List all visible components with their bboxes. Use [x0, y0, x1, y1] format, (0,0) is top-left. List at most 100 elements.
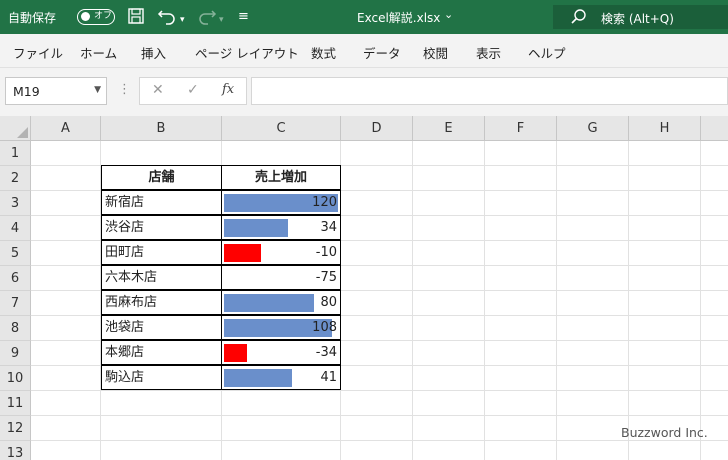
store-cell[interactable]: 新宿店 [101, 190, 222, 215]
sales-increase-cell[interactable]: -75 [221, 265, 341, 290]
grid-vline [484, 141, 485, 460]
row-header-12[interactable]: 12 [0, 416, 31, 441]
tab-home[interactable]: ホーム [80, 43, 117, 62]
redo-icon [197, 7, 217, 30]
column-header-c[interactable]: C [222, 116, 341, 141]
column-header-d[interactable]: D [341, 116, 413, 141]
sales-value: -75 [315, 270, 337, 285]
worksheet-grid[interactable]: A B C D E F G H 1 2 3 4 5 6 7 8 9 10 11 12 13 店舗 売上増加 新宿店 120 渋谷店… [0, 116, 728, 460]
watermark: Buzzword Inc. [621, 425, 708, 440]
tab-view[interactable]: 表示 [476, 43, 501, 62]
row-header-6[interactable]: 6 [0, 266, 31, 291]
search-icon [571, 8, 587, 26]
grid-vline [700, 141, 701, 460]
data-bar [224, 244, 261, 262]
grid-vline [412, 141, 413, 460]
grid-vline [628, 141, 629, 460]
enter-icon[interactable]: ✓ [187, 82, 199, 98]
row-header-4[interactable]: 4 [0, 216, 31, 241]
column-header-f[interactable]: F [485, 116, 557, 141]
row-header-8[interactable]: 8 [0, 316, 31, 341]
store-cell[interactable]: 池袋店 [101, 315, 222, 340]
tab-review[interactable]: 校閲 [423, 43, 448, 62]
data-bar [224, 294, 314, 312]
sales-value: -34 [315, 345, 337, 360]
column-header-g[interactable]: G [557, 116, 629, 141]
store-cell[interactable]: 田町店 [101, 240, 222, 265]
title-bar: 自動保存 オフ ▾ ▾ ≡ Excel解説.xlsx ⌄ 検索 (Alt+Q) [0, 0, 728, 34]
sales-increase-cell[interactable]: 41 [221, 365, 341, 390]
data-bar [224, 369, 292, 387]
formula-buttons: ✕ ✓ fx [139, 77, 247, 105]
header-store[interactable]: 店舗 [101, 165, 222, 190]
column-header-h[interactable]: H [629, 116, 701, 141]
undo-icon[interactable] [157, 7, 177, 30]
autosave-state: オフ [94, 11, 113, 21]
sales-increase-cell[interactable]: 108 [221, 315, 341, 340]
store-cell[interactable]: 渋谷店 [101, 215, 222, 240]
row-header-3[interactable]: 3 [0, 191, 31, 216]
save-icon[interactable] [127, 7, 145, 30]
column-header-a[interactable]: A [31, 116, 101, 141]
column-header-b[interactable]: B [101, 116, 222, 141]
toggle-knob [81, 12, 90, 21]
grid-hline [31, 390, 728, 391]
sales-value: 120 [312, 195, 337, 210]
tab-help[interactable]: ヘルプ [528, 43, 566, 62]
data-bar [224, 219, 288, 237]
insert-function-icon[interactable]: fx [222, 82, 234, 97]
row-header-1[interactable]: 1 [0, 141, 31, 166]
tab-page-layout[interactable]: ページ レイアウト [195, 43, 299, 62]
more-options-icon[interactable]: ⋮ [118, 82, 131, 97]
formula-input[interactable] [251, 77, 728, 105]
sales-increase-cell[interactable]: 120 [221, 190, 341, 215]
sales-value: 34 [320, 220, 337, 235]
name-box-value: M19 [13, 84, 40, 99]
file-dropdown-icon[interactable]: ⌄ [444, 8, 453, 21]
sales-increase-cell[interactable]: 34 [221, 215, 341, 240]
column-header-e[interactable]: E [413, 116, 485, 141]
sales-value: 41 [320, 370, 337, 385]
sales-increase-cell[interactable]: -10 [221, 240, 341, 265]
row-header-5[interactable]: 5 [0, 241, 31, 266]
search-placeholder: 検索 (Alt+Q) [601, 12, 674, 26]
autosave-label: 自動保存 [8, 11, 57, 25]
grid-hline [31, 440, 728, 441]
row-header-11[interactable]: 11 [0, 391, 31, 416]
store-cell[interactable]: 西麻布店 [101, 290, 222, 315]
select-all-button[interactable] [0, 116, 31, 141]
sales-value: -10 [315, 245, 337, 260]
sales-value: 80 [320, 295, 337, 310]
column-header-partial[interactable] [701, 116, 728, 141]
file-name[interactable]: Excel解説.xlsx [357, 9, 440, 26]
chevron-down-icon[interactable]: ▼ [94, 85, 101, 95]
row-header-9[interactable]: 9 [0, 341, 31, 366]
search-box[interactable]: 検索 (Alt+Q) [553, 5, 728, 29]
row-header-13[interactable]: 13 [0, 441, 31, 460]
data-bar [224, 344, 247, 362]
ribbon-tabs: ファイル ホーム 挿入 ページ レイアウト 数式 データ 校閲 表示 ヘルプ [0, 34, 728, 68]
sales-increase-cell[interactable]: -34 [221, 340, 341, 365]
tab-insert[interactable]: 挿入 [141, 43, 166, 62]
formula-bar: M19 ▼ ⋮ ✕ ✓ fx [0, 68, 728, 116]
grid-vline [556, 141, 557, 460]
tab-formulas[interactable]: 数式 [311, 43, 336, 62]
store-cell[interactable]: 駒込店 [101, 365, 222, 390]
tab-file[interactable]: ファイル [13, 43, 63, 62]
store-cell[interactable]: 六本木店 [101, 265, 222, 290]
row-header-7[interactable]: 7 [0, 291, 31, 316]
name-box[interactable]: M19 ▼ [5, 77, 107, 105]
store-cell[interactable]: 本郷店 [101, 340, 222, 365]
sales-value: 108 [312, 320, 337, 335]
undo-dropdown-icon[interactable]: ▾ [180, 10, 185, 30]
customize-qat-icon[interactable]: ≡ [238, 7, 249, 27]
row-header-10[interactable]: 10 [0, 366, 31, 391]
row-header-2[interactable]: 2 [0, 166, 31, 191]
select-all-icon [17, 127, 28, 138]
header-sales-increase[interactable]: 売上増加 [221, 165, 341, 190]
sales-increase-cell[interactable]: 80 [221, 290, 341, 315]
cancel-icon[interactable]: ✕ [152, 82, 164, 98]
redo-dropdown-icon: ▾ [219, 15, 224, 25]
tab-data[interactable]: データ [363, 43, 401, 62]
autosave-toggle[interactable]: オフ [77, 9, 115, 25]
